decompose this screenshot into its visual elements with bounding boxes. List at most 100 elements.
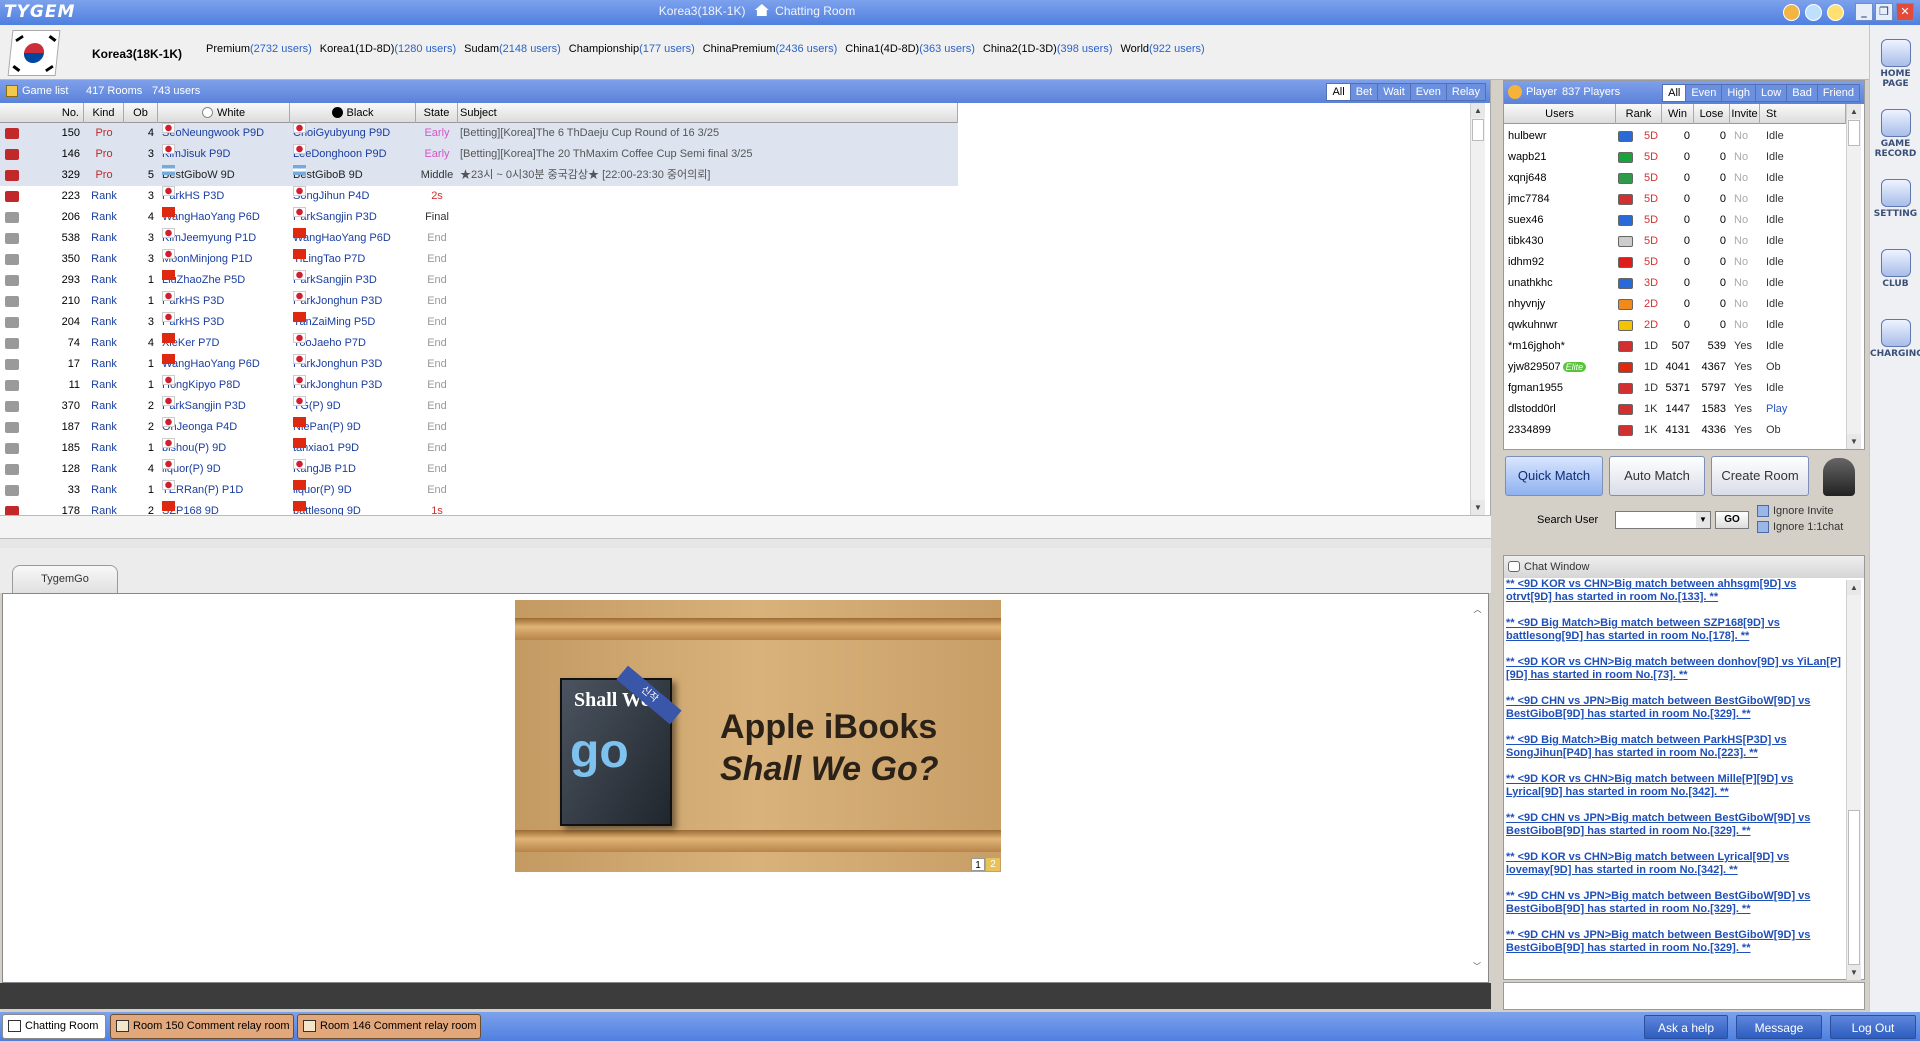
- filter-tab[interactable]: All: [1326, 83, 1351, 101]
- player-scroll-down-icon[interactable]: ▼: [1847, 434, 1861, 449]
- scroll-down-icon[interactable]: ▼: [1471, 500, 1485, 515]
- server-link[interactable]: Korea1(1D-8D)(1280 users): [320, 43, 456, 55]
- dropdown-arrow-icon[interactable]: ▼: [1696, 512, 1710, 528]
- table-row[interactable]: 150 Pro 4 SeoNeungwook P9D ChoiGyubyung P9D E…: [0, 123, 958, 144]
- table-row[interactable]: 128 Rank 4 liquor(P) 9D KangJB P1D End: [0, 459, 1470, 480]
- chat-message[interactable]: ** <9D KOR vs CHN>Big match between ahhs…: [1505, 578, 1845, 604]
- player-row[interactable]: fgman1955 1D 5371 5797 Yes Idle: [1504, 378, 1846, 399]
- server-link[interactable]: World(922 users): [1121, 43, 1205, 55]
- filter-tab[interactable]: Wait: [1377, 83, 1411, 101]
- chat-message[interactable]: ** <9D CHN vs JPN>Big match between Best…: [1505, 695, 1845, 721]
- player-row[interactable]: xqnj648 5D 0 0 No Idle: [1504, 168, 1846, 189]
- dock-item[interactable]: SETTING: [1870, 165, 1920, 235]
- table-row[interactable]: 204 Rank 3 ParkHS P3D YanZaiMing P5D End: [0, 312, 1470, 333]
- table-row[interactable]: 370 Rank 2 ParkSangjin P3D YG(P) 9D End: [0, 396, 1470, 417]
- player-row[interactable]: qwkuhnwr 2D 0 0 No Idle: [1504, 315, 1846, 336]
- table-row[interactable]: 538 Rank 3 KimJeemyung P1D WangHaoYang P6D En…: [0, 228, 1470, 249]
- player-scrollbar[interactable]: ▲ ▼: [1846, 104, 1861, 449]
- table-row[interactable]: 178 Rank 2 SZP168 9D battlesong 9D 1s: [0, 501, 1470, 516]
- col-no[interactable]: No.: [0, 103, 84, 123]
- player-row[interactable]: dlstodd0rl 1K 1447 1583 Yes Play: [1504, 399, 1846, 420]
- player-row[interactable]: yjw829507 Elite 1D 4041 4367 Yes Ob: [1504, 357, 1846, 378]
- scroll-up-icon[interactable]: ▲: [1471, 103, 1485, 118]
- notice-icon[interactable]: [1783, 4, 1800, 21]
- ibooks-banner[interactable]: Shall We go 신작 Apple iBooks Shall We Go?…: [515, 600, 1001, 872]
- filter-tab[interactable]: Friend: [1816, 84, 1860, 102]
- server-link[interactable]: ChinaPremium(2436 users): [703, 43, 838, 55]
- player-row[interactable]: jmc7784 5D 0 0 No Idle: [1504, 189, 1846, 210]
- banner-page-2[interactable]: 2: [986, 858, 1000, 871]
- table-row[interactable]: 206 Rank 4 WangHaoYang P6D ParkSangjin P3D Fi…: [0, 207, 1470, 228]
- table-row[interactable]: 146 Pro 3 KimJisuk P9D LeeDonghoon P9D Early […: [0, 144, 958, 165]
- player-scroll-up-icon[interactable]: ▲: [1847, 104, 1861, 119]
- player-row[interactable]: 2334899 1K 4131 4336 Yes Ob: [1504, 420, 1846, 441]
- table-row[interactable]: 210 Rank 1 ParkHS P3D ParkJonghun P3D End: [0, 291, 1470, 312]
- create-room-button[interactable]: Create Room: [1711, 456, 1809, 496]
- table-row[interactable]: 350 Rank 3 MoonMinjong P1D YiLingTao P7D End: [0, 249, 1470, 270]
- player-row[interactable]: *m16jghoh* 1D 507 539 Yes Idle: [1504, 336, 1846, 357]
- col-users[interactable]: Users: [1504, 104, 1616, 124]
- player-row[interactable]: idhm92 5D 0 0 No Idle: [1504, 252, 1846, 273]
- dock-item[interactable]: HOME PAGE: [1870, 25, 1920, 95]
- ignore-invite-checkbox[interactable]: [1757, 505, 1769, 517]
- player-scroll-thumb[interactable]: [1848, 120, 1860, 146]
- col-subject[interactable]: Subject: [458, 103, 958, 123]
- table-row[interactable]: 223 Rank 3 ParkHS P3D SongJihun P4D 2s: [0, 186, 1470, 207]
- auto-match-button[interactable]: Auto Match: [1609, 456, 1705, 496]
- dock-item[interactable]: GAME RECORD: [1870, 95, 1920, 165]
- player-row[interactable]: suex46 5D 0 0 No Idle: [1504, 210, 1846, 231]
- web-scroll-up-icon[interactable]: ︿: [1470, 602, 1485, 617]
- col-black[interactable]: Black: [290, 103, 416, 123]
- chat-message[interactable]: ** <9D KOR vs CHN>Big match between Lyri…: [1505, 851, 1845, 877]
- player-row[interactable]: wapb21 5D 0 0 No Idle: [1504, 147, 1846, 168]
- table-row[interactable]: 293 Rank 1 LiuZhaoZhe P5D ParkSangjin P3D End: [0, 270, 1470, 291]
- server-link[interactable]: Premium(2732 users): [206, 43, 312, 55]
- scroll-thumb[interactable]: [1472, 119, 1484, 141]
- tab-room-146[interactable]: Room 146 Comment relay room: [297, 1014, 481, 1039]
- table-row[interactable]: 329 Pro 5 BestGiboW 9D BestGiboB 9D Middle ★23…: [0, 165, 958, 186]
- chat-message[interactable]: ** <9D Big Match>Big match between ParkH…: [1505, 734, 1845, 760]
- chat-message[interactable]: ** <9D KOR vs CHN>Big match between donh…: [1505, 656, 1845, 682]
- col-rank[interactable]: Rank: [1616, 104, 1662, 124]
- message-button[interactable]: Message: [1736, 1015, 1822, 1039]
- player-row[interactable]: hulbewr 5D 0 0 No Idle: [1504, 126, 1846, 147]
- tab-room-150[interactable]: Room 150 Comment relay room: [110, 1014, 294, 1039]
- table-row[interactable]: 185 Rank 1 bishou(P) 9D tanxiao1 P9D End: [0, 438, 1470, 459]
- filter-tab[interactable]: Low: [1755, 84, 1788, 102]
- col-kind[interactable]: Kind: [84, 103, 124, 123]
- server-link[interactable]: Sudam(2148 users): [464, 43, 561, 55]
- ai-robot-icon[interactable]: [1823, 458, 1855, 496]
- filter-tab[interactable]: All: [1662, 84, 1687, 102]
- chat-scroll-thumb[interactable]: [1848, 810, 1860, 965]
- filter-tab[interactable]: High: [1721, 84, 1757, 102]
- col-st[interactable]: St: [1760, 104, 1846, 124]
- chat-scrollbar[interactable]: ▲ ▼: [1846, 580, 1861, 980]
- search-user-input[interactable]: ▼: [1615, 511, 1711, 529]
- chat-scroll-down-icon[interactable]: ▼: [1847, 965, 1861, 980]
- logout-button[interactable]: Log Out: [1830, 1015, 1916, 1039]
- ask-help-button[interactable]: Ask a help: [1644, 1015, 1728, 1039]
- filter-tab[interactable]: Even: [1409, 83, 1447, 101]
- filter-tab[interactable]: Relay: [1445, 83, 1486, 101]
- chat-scroll-up-icon[interactable]: ▲: [1847, 580, 1861, 595]
- go-button[interactable]: GO: [1715, 511, 1749, 529]
- chat-message[interactable]: ** <9D Big Match>Big match between SZP16…: [1505, 617, 1845, 643]
- table-row[interactable]: 187 Rank 2 OhJeonga P4D NiePan(P) 9D End: [0, 417, 1470, 438]
- col-win[interactable]: Win: [1662, 104, 1694, 124]
- panel-splitter[interactable]: [0, 538, 1491, 548]
- filter-tab[interactable]: Bad: [1786, 84, 1818, 102]
- chat-message[interactable]: ** <9D CHN vs JPN>Big match between Best…: [1505, 929, 1845, 955]
- filter-tab[interactable]: Bet: [1349, 83, 1379, 101]
- player-row[interactable]: tibk430 5D 0 0 No Idle: [1504, 231, 1846, 252]
- col-white[interactable]: White: [158, 103, 290, 123]
- col-ob[interactable]: Ob: [124, 103, 158, 123]
- tab-tygemgo[interactable]: TygemGo: [12, 565, 118, 593]
- search-icon[interactable]: [1805, 4, 1822, 21]
- server-link[interactable]: Championship(177 users): [569, 43, 695, 55]
- dock-item[interactable]: CLUB: [1870, 235, 1920, 305]
- col-lose[interactable]: Lose: [1694, 104, 1730, 124]
- col-state[interactable]: State: [416, 103, 458, 123]
- minimize-button[interactable]: _: [1855, 3, 1873, 21]
- banner-page-1[interactable]: 1: [971, 858, 985, 871]
- tab-chatting-room[interactable]: Chatting Room: [2, 1014, 106, 1039]
